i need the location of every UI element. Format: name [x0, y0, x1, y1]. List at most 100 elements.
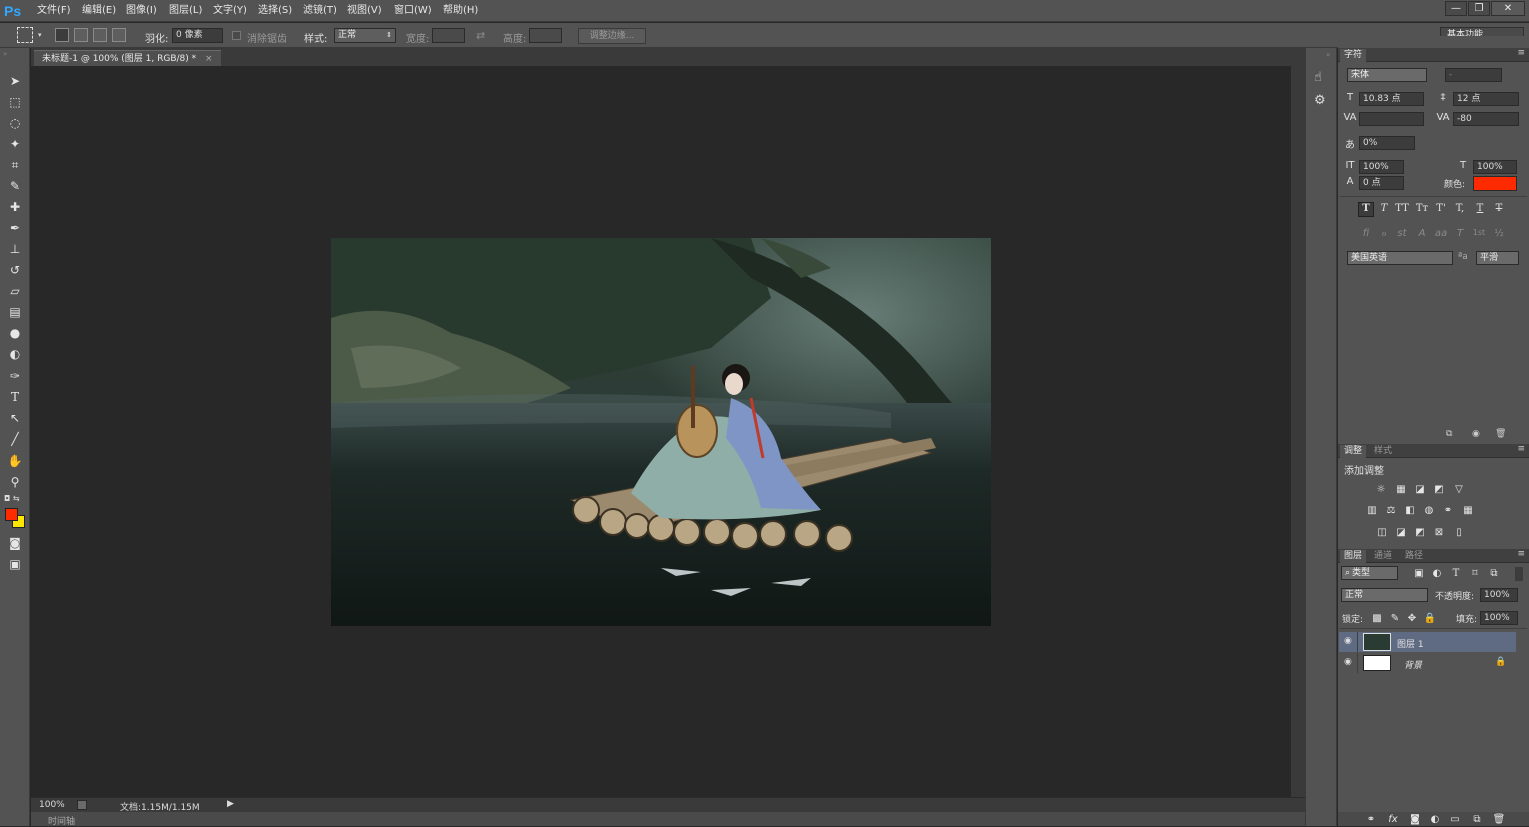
- path-select-icon[interactable]: ↖: [6, 409, 24, 427]
- clone-stamp-icon[interactable]: ⊥: [6, 240, 24, 258]
- height-input[interactable]: [529, 28, 562, 43]
- blend-mode-select[interactable]: 正常: [1341, 588, 1428, 602]
- tab-layers[interactable]: 图层: [1340, 550, 1367, 563]
- menu-select[interactable]: 选择(S): [258, 4, 292, 18]
- blur-tool-icon[interactable]: ●: [6, 324, 24, 342]
- filter-toggle[interactable]: [1515, 567, 1523, 581]
- layer-row[interactable]: ◉ 背景 🔒: [1339, 653, 1516, 673]
- eraser-icon[interactable]: ▱: [6, 282, 24, 300]
- screen-mode-icon[interactable]: ▣: [6, 555, 24, 573]
- quick-mask-icon[interactable]: ◙: [6, 534, 24, 552]
- menu-image[interactable]: 图像(I): [126, 4, 157, 18]
- fx-icon[interactable]: fx: [1386, 814, 1400, 825]
- menu-help[interactable]: 帮助(H): [443, 4, 478, 18]
- history-brush-icon[interactable]: ↺: [6, 261, 24, 279]
- color-balance-icon[interactable]: ⚖: [1384, 505, 1398, 516]
- gradient-map-icon[interactable]: ▯: [1452, 527, 1466, 538]
- font-family-select[interactable]: 宋体: [1347, 68, 1427, 82]
- channel-mixer-icon[interactable]: ⚭: [1441, 505, 1455, 516]
- panel-menu-icon[interactable]: ≡: [1517, 48, 1525, 58]
- all-caps-button[interactable]: TT: [1394, 203, 1410, 214]
- new-adjustment-icon[interactable]: ◐: [1428, 814, 1442, 825]
- new-group-icon[interactable]: ▭: [1448, 814, 1462, 825]
- style-select[interactable]: 正常 ⇕: [334, 28, 396, 43]
- eye-icon[interactable]: ◉: [1344, 636, 1352, 646]
- chevron-down-icon[interactable]: ▾: [38, 31, 42, 39]
- menu-filter[interactable]: 滤镜(T): [303, 4, 337, 18]
- tab-adjustments[interactable]: 调整: [1340, 445, 1367, 458]
- add-mask-icon[interactable]: ◙: [1408, 814, 1422, 825]
- threshold-icon[interactable]: ◩: [1413, 527, 1427, 538]
- brightness-icon[interactable]: ☼: [1374, 484, 1388, 495]
- baseline-shift-input[interactable]: 0 点: [1359, 176, 1404, 190]
- swap-icon[interactable]: ⇄: [476, 29, 485, 42]
- antialias-checkbox[interactable]: [232, 31, 241, 40]
- filter-shape-icon[interactable]: ⌑: [1468, 568, 1482, 579]
- exposure-icon[interactable]: ◩: [1432, 484, 1446, 495]
- filter-adjustment-icon[interactable]: ◐: [1430, 568, 1444, 579]
- color-lookup-icon[interactable]: ▦: [1461, 505, 1475, 516]
- invert-icon[interactable]: ◫: [1375, 527, 1389, 538]
- menu-window[interactable]: 窗口(W): [394, 4, 432, 18]
- levels-icon[interactable]: ▦: [1394, 484, 1408, 495]
- line-tool-icon[interactable]: ╱: [6, 430, 24, 448]
- tab-paths[interactable]: 路径: [1401, 550, 1427, 563]
- history-icon[interactable]: ☝: [1314, 70, 1322, 85]
- swash-button[interactable]: A: [1414, 228, 1430, 239]
- intersect-selection-icon[interactable]: [112, 28, 126, 42]
- zoom-level[interactable]: 100%: [39, 800, 65, 810]
- default-colors-icon[interactable]: ◘ ⇆: [4, 494, 20, 503]
- posterize-icon[interactable]: ◪: [1394, 527, 1408, 538]
- tsume-select[interactable]: 0%: [1359, 136, 1415, 150]
- pen-tool-icon[interactable]: ✑: [6, 367, 24, 385]
- menu-type[interactable]: 文字(Y): [213, 4, 247, 18]
- filter-smart-icon[interactable]: ⧉: [1487, 568, 1501, 579]
- magic-wand-icon[interactable]: ✦: [6, 135, 24, 153]
- menu-layer[interactable]: 图层(L): [169, 4, 202, 18]
- dodge-tool-icon[interactable]: ◐: [6, 345, 24, 363]
- collapse-icon[interactable]: »: [3, 50, 7, 58]
- play-icon[interactable]: ▶: [227, 799, 234, 809]
- panel-menu-icon[interactable]: ≡: [1517, 444, 1525, 454]
- add-selection-icon[interactable]: [74, 28, 88, 42]
- minimize-button[interactable]: —: [1445, 1, 1467, 16]
- superscript-button[interactable]: T': [1433, 203, 1449, 214]
- collapse-icon[interactable]: «: [1326, 51, 1330, 59]
- hand-tool-icon[interactable]: ✋: [6, 452, 24, 470]
- language-select[interactable]: 美国英语: [1347, 251, 1453, 265]
- healing-brush-icon[interactable]: ✚: [6, 198, 24, 216]
- lock-pixels-icon[interactable]: ✎: [1388, 613, 1402, 624]
- lock-transparent-icon[interactable]: ▩: [1370, 613, 1384, 624]
- zoom-tool-icon[interactable]: ⚲: [6, 473, 24, 491]
- subtract-selection-icon[interactable]: [93, 28, 107, 42]
- vertical-scale-input[interactable]: 100%: [1359, 160, 1404, 174]
- layer-filter-select[interactable]: ⌕ 类型: [1341, 566, 1398, 580]
- menu-file[interactable]: 文件(F): [37, 4, 71, 18]
- text-color-swatch[interactable]: [1473, 176, 1517, 191]
- font-style-select[interactable]: -: [1445, 68, 1502, 82]
- strikethrough-button[interactable]: T: [1491, 203, 1507, 214]
- contextual-alt-button[interactable]: ℴ: [1376, 228, 1392, 239]
- antialias-select[interactable]: 平滑: [1476, 251, 1519, 265]
- selective-color-icon[interactable]: ⊠: [1432, 527, 1446, 538]
- kerning-select[interactable]: [1359, 112, 1424, 126]
- export-icon[interactable]: [77, 800, 87, 810]
- lasso-tool-icon[interactable]: ◌: [6, 114, 24, 132]
- eyedropper-icon[interactable]: ✎: [6, 177, 24, 195]
- layer-row-selected[interactable]: ◉ 图层 1: [1339, 632, 1516, 652]
- filter-type-icon[interactable]: T: [1449, 568, 1463, 579]
- close-button[interactable]: ✕: [1491, 1, 1525, 16]
- document-image[interactable]: [331, 238, 991, 626]
- new-group-icon[interactable]: ⧉: [1446, 429, 1452, 439]
- foreground-color-swatch[interactable]: [5, 508, 18, 521]
- ligature-button[interactable]: fi: [1358, 228, 1374, 239]
- gradient-icon[interactable]: ▤: [6, 303, 24, 321]
- filter-pixel-icon[interactable]: ▣: [1412, 568, 1426, 579]
- curves-icon[interactable]: ◪: [1413, 484, 1427, 495]
- fractions-button[interactable]: ½: [1491, 228, 1507, 239]
- photo-filter-icon[interactable]: ◍: [1422, 505, 1436, 516]
- black-white-icon[interactable]: ◧: [1403, 505, 1417, 516]
- eye-icon[interactable]: ◉: [1344, 657, 1352, 667]
- menu-view[interactable]: 视图(V): [347, 4, 382, 18]
- new-selection-icon[interactable]: [55, 28, 69, 42]
